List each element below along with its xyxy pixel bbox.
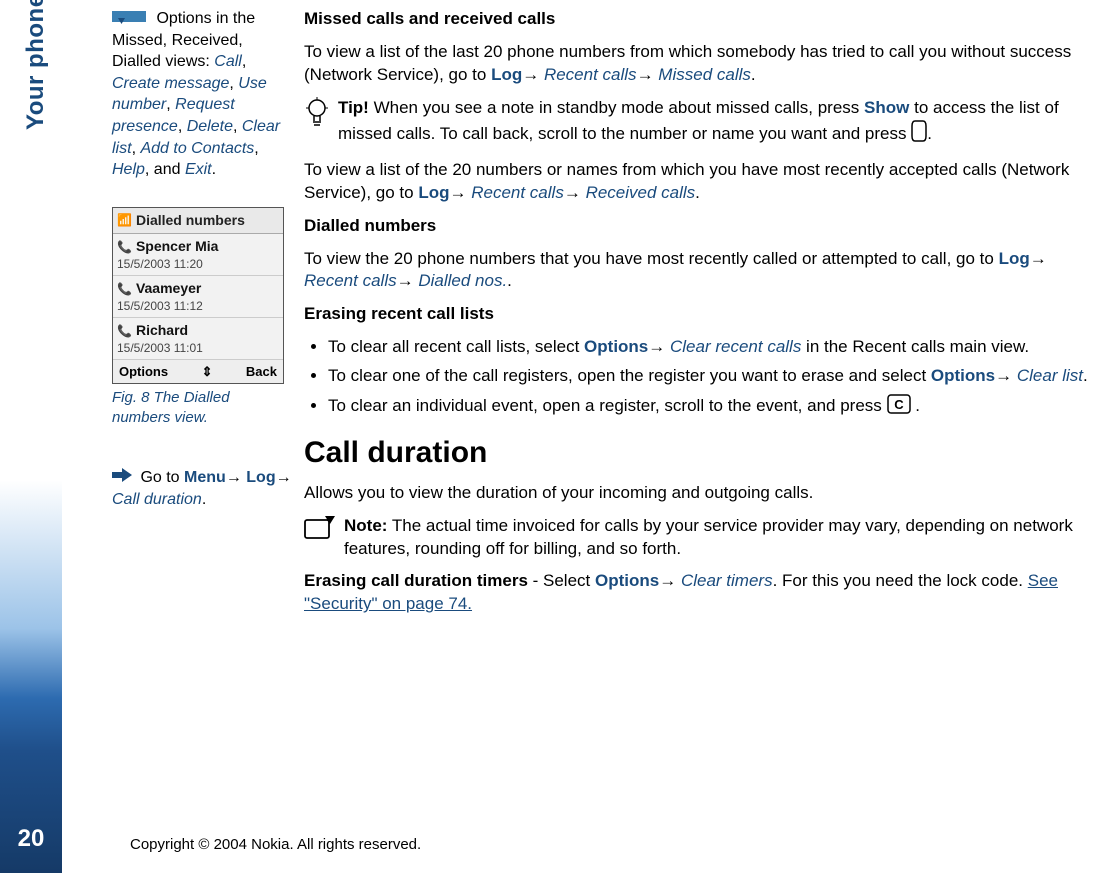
nav-missed-calls: Missed calls	[658, 65, 751, 84]
nav-call-duration: Call duration	[112, 491, 202, 508]
main-content: Missed calls and received calls To view …	[304, 8, 1094, 626]
nav-log: Log	[999, 249, 1030, 268]
row-date: 15/5/2003 11:12	[117, 298, 279, 314]
row-name: Richard	[117, 321, 279, 340]
action-clear-recent: Clear recent calls	[670, 337, 801, 356]
list-item: To clear one of the call registers, open…	[328, 365, 1094, 388]
page: 20 Your phone Copyright © 2004 Nokia. Al…	[0, 0, 1118, 873]
softkey-mid: ⇕	[202, 363, 213, 381]
fig-row: Richard 15/5/2003 11:01	[113, 318, 283, 360]
nav-received-calls: Received calls	[586, 183, 696, 202]
tip-block: Tip! When you see a note in standby mode…	[304, 97, 1094, 149]
call-key-icon	[911, 120, 927, 149]
list-item: To clear all recent call lists, select O…	[328, 336, 1094, 359]
nav-log: Log	[491, 65, 522, 84]
action-show: Show	[864, 98, 909, 117]
nav-recent-calls: Recent calls	[304, 271, 397, 290]
heading-call-duration: Call duration	[304, 433, 1094, 474]
options-dropdown-icon	[112, 11, 146, 27]
section-title: Your phone	[22, 0, 50, 130]
heading-erasing: Erasing recent call lists	[304, 303, 1094, 326]
para-missed: To view a list of the last 20 phone numb…	[304, 41, 1094, 87]
nav-dialled-nos: Dialled nos.	[418, 271, 507, 290]
nav-recent-calls: Recent calls	[471, 183, 564, 202]
erase-list: To clear all recent call lists, select O…	[304, 336, 1094, 421]
opt-4: Delete	[187, 118, 233, 135]
note-icon	[304, 515, 336, 548]
options-block: Options in the Missed, Received, Dialled…	[112, 8, 292, 181]
row-name: Vaameyer	[117, 279, 279, 298]
fig-row: Spencer Mia 15/5/2003 11:20	[113, 234, 283, 276]
heading-dialled: Dialled numbers	[304, 215, 1094, 238]
fig-titlebar: 📶 Dialled numbers	[113, 208, 283, 234]
nav-log: Log	[246, 469, 275, 486]
page-number: 20	[0, 825, 62, 853]
nav-options: Options	[595, 571, 659, 590]
fig-title: Dialled numbers	[136, 211, 245, 230]
nav-recent-calls: Recent calls	[544, 65, 637, 84]
list-item: To clear an individual event, open a reg…	[328, 394, 1094, 421]
nav-options: Options	[931, 366, 995, 385]
figure: 📶 Dialled numbers Spencer Mia 15/5/2003 …	[112, 207, 292, 428]
tip-lightbulb-icon	[304, 97, 330, 134]
note-label: Note:	[344, 516, 387, 535]
row-name: Spencer Mia	[117, 237, 279, 256]
row-date: 15/5/2003 11:20	[117, 256, 279, 272]
goto-block: Go to Menu→ Log→ Call duration.	[112, 467, 292, 510]
copyright: Copyright © 2004 Nokia. All rights reser…	[130, 836, 421, 853]
opt-0: Call	[214, 53, 242, 70]
action-clear-list: Clear list	[1017, 366, 1083, 385]
sidebar: Options in the Missed, Received, Dialled…	[112, 8, 292, 511]
goto-arrow-icon	[112, 467, 132, 489]
opt-7: Help	[112, 161, 145, 178]
c-key-icon: C	[887, 394, 911, 421]
para-call-duration: Allows you to view the duration of your …	[304, 482, 1094, 505]
heading-missed-received: Missed calls and received calls	[304, 8, 1094, 31]
nav-log: Log	[418, 183, 449, 202]
softkey-right: Back	[246, 363, 277, 381]
tip-label: Tip!	[338, 98, 369, 117]
tip-body: Tip! When you see a note in standby mode…	[338, 97, 1094, 149]
note-block: Note: The actual time invoiced for calls…	[304, 515, 1094, 561]
softkey-left: Options	[119, 363, 168, 381]
erase-timers-label: Erasing call duration timers	[304, 571, 528, 590]
fig-row: Vaameyer 15/5/2003 11:12	[113, 276, 283, 318]
opt-last: Exit	[185, 161, 212, 178]
left-rail: 20	[0, 0, 62, 873]
para-received: To view a list of the 20 numbers or name…	[304, 159, 1094, 205]
nav-menu: Menu	[184, 469, 226, 486]
svg-text:C: C	[894, 397, 904, 412]
figure-caption: Fig. 8 The Dialled numbers view.	[112, 388, 292, 427]
para-dialled: To view the 20 phone numbers that you ha…	[304, 248, 1094, 294]
row-date: 15/5/2003 11:01	[117, 340, 279, 356]
phone-screenshot: 📶 Dialled numbers Spencer Mia 15/5/2003 …	[112, 207, 284, 385]
signal-icon: 📶	[117, 212, 132, 228]
action-clear-timers: Clear timers	[681, 571, 773, 590]
opt-1: Create message	[112, 75, 229, 92]
para-erase-timers: Erasing call duration timers - Select Op…	[304, 570, 1094, 616]
opt-6: Add to Contacts	[140, 140, 254, 157]
nav-options: Options	[584, 337, 648, 356]
fig-softkeys: Options ⇕ Back	[113, 360, 283, 384]
note-body: Note: The actual time invoiced for calls…	[344, 515, 1094, 561]
